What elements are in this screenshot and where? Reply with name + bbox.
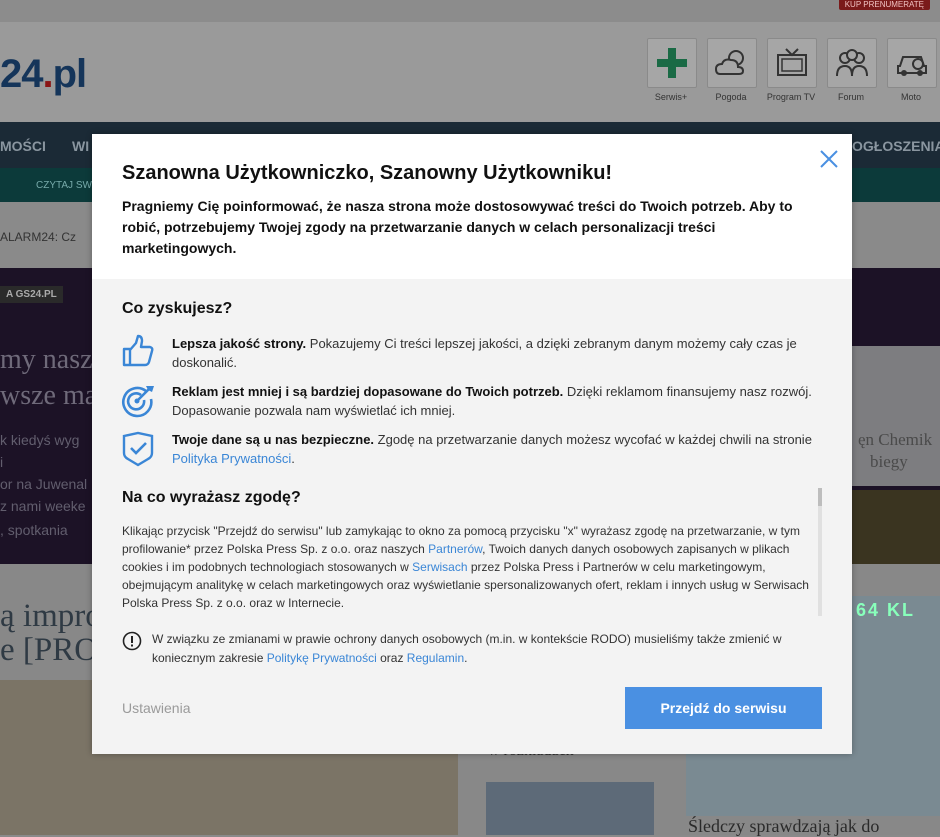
moto-button[interactable] <box>887 38 937 88</box>
go-to-site-button[interactable]: Przejdź do serwisu <box>625 687 822 729</box>
plus-icon <box>657 48 687 78</box>
benefit-security: Twoje dane są u nas bezpieczne. Zgodę na… <box>172 432 812 466</box>
nav-item-ogloszenia[interactable]: OGŁOSZENIA <box>852 138 940 154</box>
card-photo[interactable] <box>486 782 654 835</box>
hero-text: i <box>0 454 4 470</box>
terms-link[interactable]: Regulamin <box>407 651 464 665</box>
forum-icon <box>836 49 868 77</box>
header-icon-label: Serwis+ <box>654 92 688 102</box>
modal-title: Szanowna Użytkowniczko, Szanowny Użytkow… <box>122 162 613 184</box>
privacy-policy-link[interactable]: Polityka Prywatności <box>172 451 291 466</box>
forum-button[interactable] <box>827 38 877 88</box>
hero-headline[interactable]: wsze ma <box>0 380 97 412</box>
benefit-quality: Lepsza jakość strony. Pokazujemy Ci treś… <box>172 336 797 370</box>
alarm-link[interactable]: ALARM24: Cz <box>0 230 76 244</box>
thumbs-up-icon <box>122 334 154 367</box>
hero-headline[interactable]: my nasz <box>0 344 93 376</box>
header-icon-label: Moto <box>900 92 921 102</box>
article-headline[interactable]: ą impro <box>0 598 102 635</box>
benefits-title: Co zyskujesz? <box>122 300 233 317</box>
consent-scrollbar-thumb[interactable] <box>818 488 822 506</box>
consent-modal: Szanowna Użytkowniczko, Szanowny Użytkow… <box>92 134 852 754</box>
target-icon <box>122 386 154 418</box>
rodo-notice: W związku ze zmianami w prawie ochrony d… <box>152 632 782 665</box>
top-strip <box>0 0 940 22</box>
shield-check-icon <box>122 431 154 467</box>
serwis-plus-button[interactable] <box>647 38 697 88</box>
site-logo[interactable]: 24.pl <box>0 52 87 97</box>
story-headline[interactable]: Śledczy sprawdzają jak do <box>688 816 879 837</box>
article-headline[interactable]: e [PRO <box>0 632 98 669</box>
weather-icon <box>714 50 745 75</box>
hero-image-text: ęn Chemik <box>858 430 933 449</box>
hero-text: or na Juwenal <box>0 476 88 492</box>
hero-text: k kiedyś wyg <box>0 432 80 448</box>
services-link[interactable]: Serwisach <box>412 560 467 574</box>
nav-item-wiadomosci[interactable]: MOŚCI <box>0 138 46 154</box>
nav-item-wi[interactable]: WI <box>72 138 89 154</box>
weather-button[interactable] <box>707 38 757 88</box>
modal-intro: Pragniemy Cię poinformować, że nasza str… <box>122 198 793 256</box>
bus-number: 64 KL <box>856 600 916 620</box>
partners-link[interactable]: Partnerów <box>428 542 482 556</box>
tv-program-button[interactable] <box>767 38 817 88</box>
car-icon <box>897 56 927 76</box>
info-icon <box>122 631 142 651</box>
privacy-policy-link-2[interactable]: Politykę Prywatności <box>267 651 377 665</box>
header-icon-label: Program TV <box>766 92 816 102</box>
hero-text: z nami weeke <box>0 498 86 514</box>
hero-image[interactable]: ęn Chemik biegy <box>852 346 940 486</box>
close-icon[interactable] <box>818 148 840 170</box>
hero-image-bottom <box>852 490 940 564</box>
hero-image-text: biegy <box>870 452 908 471</box>
header-icon-label: Pogoda <box>715 92 747 102</box>
settings-button[interactable]: Ustawienia <box>122 700 190 716</box>
consent-scrollbar[interactable] <box>818 488 822 616</box>
tv-icon <box>777 48 807 76</box>
benefit-ads: Reklam jest mniej i są bardziej dopasowa… <box>172 384 812 418</box>
header-icon-label: Forum <box>837 92 864 102</box>
consent-title: Na co wyrażasz zgodę? <box>122 489 301 506</box>
subscribe-button[interactable]: KUP PRENUMERATĘ <box>838 0 930 10</box>
consent-text: Klikając przycisk "Przejdź do serwisu" l… <box>122 524 809 610</box>
secondary-nav-item[interactable]: CZYTAJ SW <box>36 180 92 191</box>
hero-text: , spotkania <box>0 522 68 538</box>
hero-tag: A GS24.PL <box>0 286 63 303</box>
